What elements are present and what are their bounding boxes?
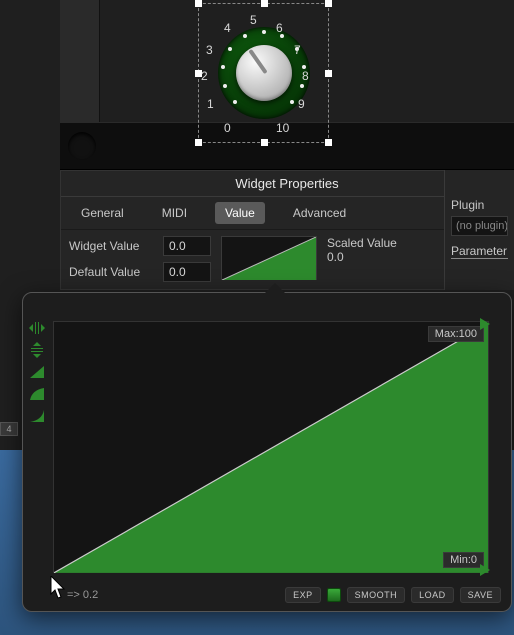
resize-handle-br[interactable]	[325, 139, 332, 146]
top-drag-handle[interactable]	[480, 318, 490, 330]
flip-vertical-icon[interactable]	[29, 343, 45, 357]
bottom-drag-handle[interactable]	[480, 564, 490, 576]
exp-toggle[interactable]	[327, 588, 341, 602]
save-button[interactable]: SAVE	[460, 587, 501, 603]
max-value: 100	[459, 328, 477, 340]
knob-tick	[262, 30, 266, 34]
tab-midi[interactable]: MIDI	[152, 202, 197, 224]
resize-handle-bl[interactable]	[195, 139, 202, 146]
flip-horizontal-icon[interactable]	[29, 321, 45, 335]
scaled-value: 0.0	[327, 250, 397, 264]
min-value: 0	[471, 554, 477, 566]
knob-widget[interactable]: 0 1 2 3 4 5 6 7 8 9 10	[198, 3, 329, 143]
knob-tick	[223, 84, 227, 88]
scale-6: 6	[276, 21, 283, 35]
scale-10: 10	[276, 121, 289, 135]
scale-9: 9	[298, 97, 305, 111]
curve-thumbnail[interactable]	[221, 236, 317, 280]
scale-3: 3	[206, 43, 213, 57]
tray-number: 4	[0, 422, 18, 436]
load-button[interactable]: LOAD	[411, 587, 454, 603]
min-badge[interactable]: Min:0	[443, 552, 484, 568]
max-label: Max:	[435, 328, 459, 340]
curve-tools	[29, 321, 47, 423]
scale-2: 2	[201, 69, 208, 83]
curve-graph[interactable]: Max:100 Min:0	[53, 321, 489, 573]
rack-screw	[68, 132, 96, 160]
plugin-select[interactable]: (no plugin)	[451, 216, 508, 236]
resize-handle-mr[interactable]	[325, 70, 332, 77]
cursor-readout: => 0.2	[67, 589, 98, 601]
exp-button[interactable]: EXP	[285, 587, 321, 603]
plugin-label: Plugin	[451, 198, 508, 212]
knob-tick	[302, 65, 306, 69]
curve-bottom-bar: => 0.2 EXP SMOOTH LOAD SAVE	[53, 585, 501, 605]
resize-handle-bm[interactable]	[261, 139, 268, 146]
scale-1: 1	[207, 97, 214, 111]
default-value-label: Default Value	[69, 265, 157, 279]
scaled-value-label: Scaled Value	[327, 236, 397, 250]
widget-value-input[interactable]: 0.0	[163, 236, 211, 256]
curve-editor-popup: Max:100 Min:0 => 0.2 EXP SMOOTH LOAD SAV…	[22, 292, 512, 612]
knob-tick	[221, 65, 225, 69]
knob-tick	[233, 100, 237, 104]
log-curve-icon[interactable]	[29, 387, 45, 401]
resize-handle-tr[interactable]	[325, 0, 332, 7]
tab-advanced[interactable]: Advanced	[283, 202, 356, 224]
min-label: Min:	[450, 554, 471, 566]
tab-general[interactable]: General	[71, 202, 134, 224]
tab-value[interactable]: Value	[215, 202, 265, 224]
resize-handle-tl[interactable]	[195, 0, 202, 7]
scale-0: 0	[224, 121, 231, 135]
scale-5: 5	[250, 13, 257, 27]
max-badge[interactable]: Max:100	[428, 326, 484, 342]
parameter-label: Parameter	[451, 244, 508, 259]
scale-8: 8	[302, 69, 309, 83]
widget-value-label: Widget Value	[69, 239, 157, 253]
scale-4: 4	[224, 21, 231, 35]
default-value-input[interactable]: 0.0	[163, 262, 211, 282]
smooth-button[interactable]: SMOOTH	[347, 587, 406, 603]
resize-handle-tm[interactable]	[261, 0, 268, 7]
plugin-panel: Plugin (no plugin) Parameter	[444, 170, 514, 290]
popup-arrow	[263, 283, 287, 295]
linear-curve-icon[interactable]	[29, 365, 45, 379]
exp-curve-icon[interactable]	[29, 409, 45, 423]
scale-7: 7	[294, 43, 301, 57]
